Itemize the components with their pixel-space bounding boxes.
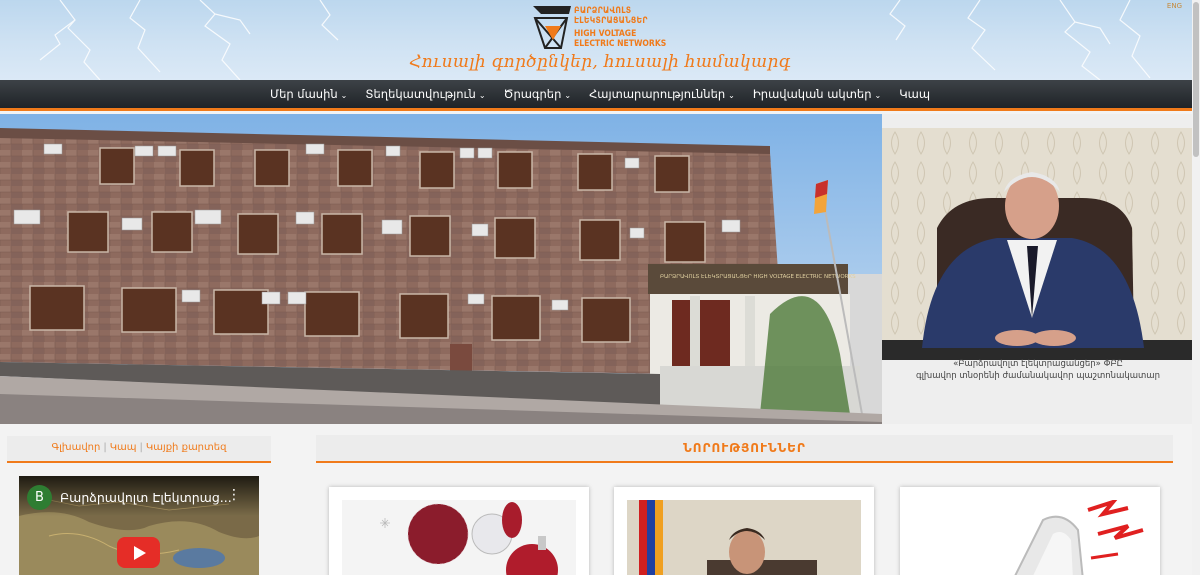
link-contact[interactable]: Կապ (110, 442, 137, 453)
chevron-down-icon: ⌄ (478, 91, 486, 100)
nav-item-about[interactable]: Մեր մասին ⌄ (261, 87, 356, 101)
page-scrollbar[interactable] (1192, 0, 1200, 575)
nav-item-label: Մեր մասին (269, 87, 338, 101)
news-card[interactable] (329, 487, 589, 575)
nav-item-label: Տեղեկատվություն (365, 87, 476, 101)
video-title[interactable]: Բարձրավոլտ Էլեկտրաց... (60, 490, 232, 505)
caption-company: «Բարձրավոլտ էլեկտրացանցեր» ՓԲԸ (953, 359, 1123, 369)
logo-armenian-line1: ԲԱՐՁՐԱՎՈԼՏ (574, 6, 632, 16)
news-heading: ՆՈՐՈՒԹՅՈՒՆՆԵՐ (316, 435, 1173, 463)
separator: | (103, 442, 107, 453)
separator: | (139, 442, 143, 453)
logo-armenian-line2: ԷԼԵԿՏՐԱՑԱՆՑԵՐ (574, 16, 648, 26)
play-button[interactable] (117, 537, 160, 568)
caption-position: գլխավոր տնօրենի ժամանակավոր պաշտոնակատար (916, 371, 1160, 381)
chevron-down-icon: ⌄ (728, 91, 735, 100)
news-card[interactable] (614, 487, 874, 575)
logo-english-line1: HIGH VOLTAGE (574, 29, 637, 39)
news-card[interactable] (900, 487, 1160, 575)
news-image-official (627, 500, 861, 575)
more-vert-icon[interactable]: ⋮ (227, 487, 241, 503)
nav-item-announcements[interactable]: Հայտարարություններ ⌄ (580, 87, 744, 101)
youtube-video-embed[interactable]: B Բարձրավոլտ Էլեկտրաց... ⋮ (19, 476, 259, 575)
chevron-down-icon: ⌄ (874, 91, 882, 100)
building-photo[interactable]: ԲԱՐՁՐԱՎՈԼՏ ԷԼԵԿՏՐԱՑԱՆՑԵՐ HIGH VOLTAGE EL… (0, 114, 882, 424)
main-navigation: Մեր մասին ⌄ Տեղեկատվություն ⌄ Ծրագրեր ⌄ Հայ… (0, 80, 1200, 111)
director-caption: «Բարձրավոլտ էլեկտրացանցեր» ՓԲԸ գլխավոր տ… (882, 358, 1194, 382)
link-home[interactable]: Գլխավոր (52, 442, 101, 453)
quick-links: Գլխավոր | Կապ | Կայքի քարտեզ (7, 436, 271, 463)
logo-text: ԲԱՐՁՐԱՎՈԼՏ ԷԼԵԿՏՐԱՑԱՆՑԵՐ HIGH VOLTAGE EL… (574, 6, 666, 49)
link-sitemap[interactable]: Կայքի քարտեզ (146, 442, 227, 453)
building-sign: ԲԱՐՁՐԱՎՈԼՏ ԷԼԵԿՏՐԱՑԱՆՑԵՐ HIGH VOLTAGE EL… (660, 274, 856, 280)
nav-item-label: Կապ (899, 87, 931, 101)
director-panel: «Բարձրավոլտ էլեկտրացանցեր» ՓԲԸ գլխավոր տ… (882, 114, 1200, 424)
channel-avatar[interactable]: B (27, 485, 52, 510)
scrollbar-thumb[interactable] (1193, 2, 1199, 157)
nav-item-information[interactable]: Տեղեկատվություն ⌄ (356, 87, 494, 101)
nav-item-label: Իրավական ակտեր (752, 87, 872, 101)
hero-banner: ԲԱՐՁՐԱՎՈԼՏ ԷԼԵԿՏՐԱՑԱՆՑԵՐ HIGH VOLTAGE EL… (0, 114, 1200, 424)
nav-item-legal-acts[interactable]: Իրավական ակտեր ⌄ (744, 87, 890, 101)
director-portrait[interactable] (882, 128, 1194, 360)
chevron-down-icon: ⌄ (340, 91, 348, 100)
page: ԲԱՐՁՐԱՎՈԼՏ ԷԼԵԿՏՐԱՑԱՆՑԵՐ HIGH VOLTAGE EL… (0, 0, 1200, 575)
site-header: ԲԱՐՁՐԱՎՈԼՏ ԷԼԵԿՏՐԱՑԱՆՑԵՐ HIGH VOLTAGE EL… (0, 0, 1200, 80)
nav-item-programs[interactable]: Ծրագրեր ⌄ (495, 87, 581, 101)
logo-english-line2: ELECTRIC NETWORKS (574, 39, 667, 49)
news-image-christmas (342, 500, 576, 575)
slogan: Հուսալի գործընկեր, հուսալի համակարգ (409, 52, 791, 72)
nav-item-contact[interactable]: Կապ (890, 87, 939, 101)
language-switch[interactable]: ENG (1167, 2, 1182, 10)
chevron-down-icon: ⌄ (564, 91, 572, 100)
news-image-megaphone (913, 500, 1147, 575)
nav-item-label: Ծրագրեր (503, 87, 562, 101)
nav-item-label: Հայտարարություններ (589, 87, 726, 101)
